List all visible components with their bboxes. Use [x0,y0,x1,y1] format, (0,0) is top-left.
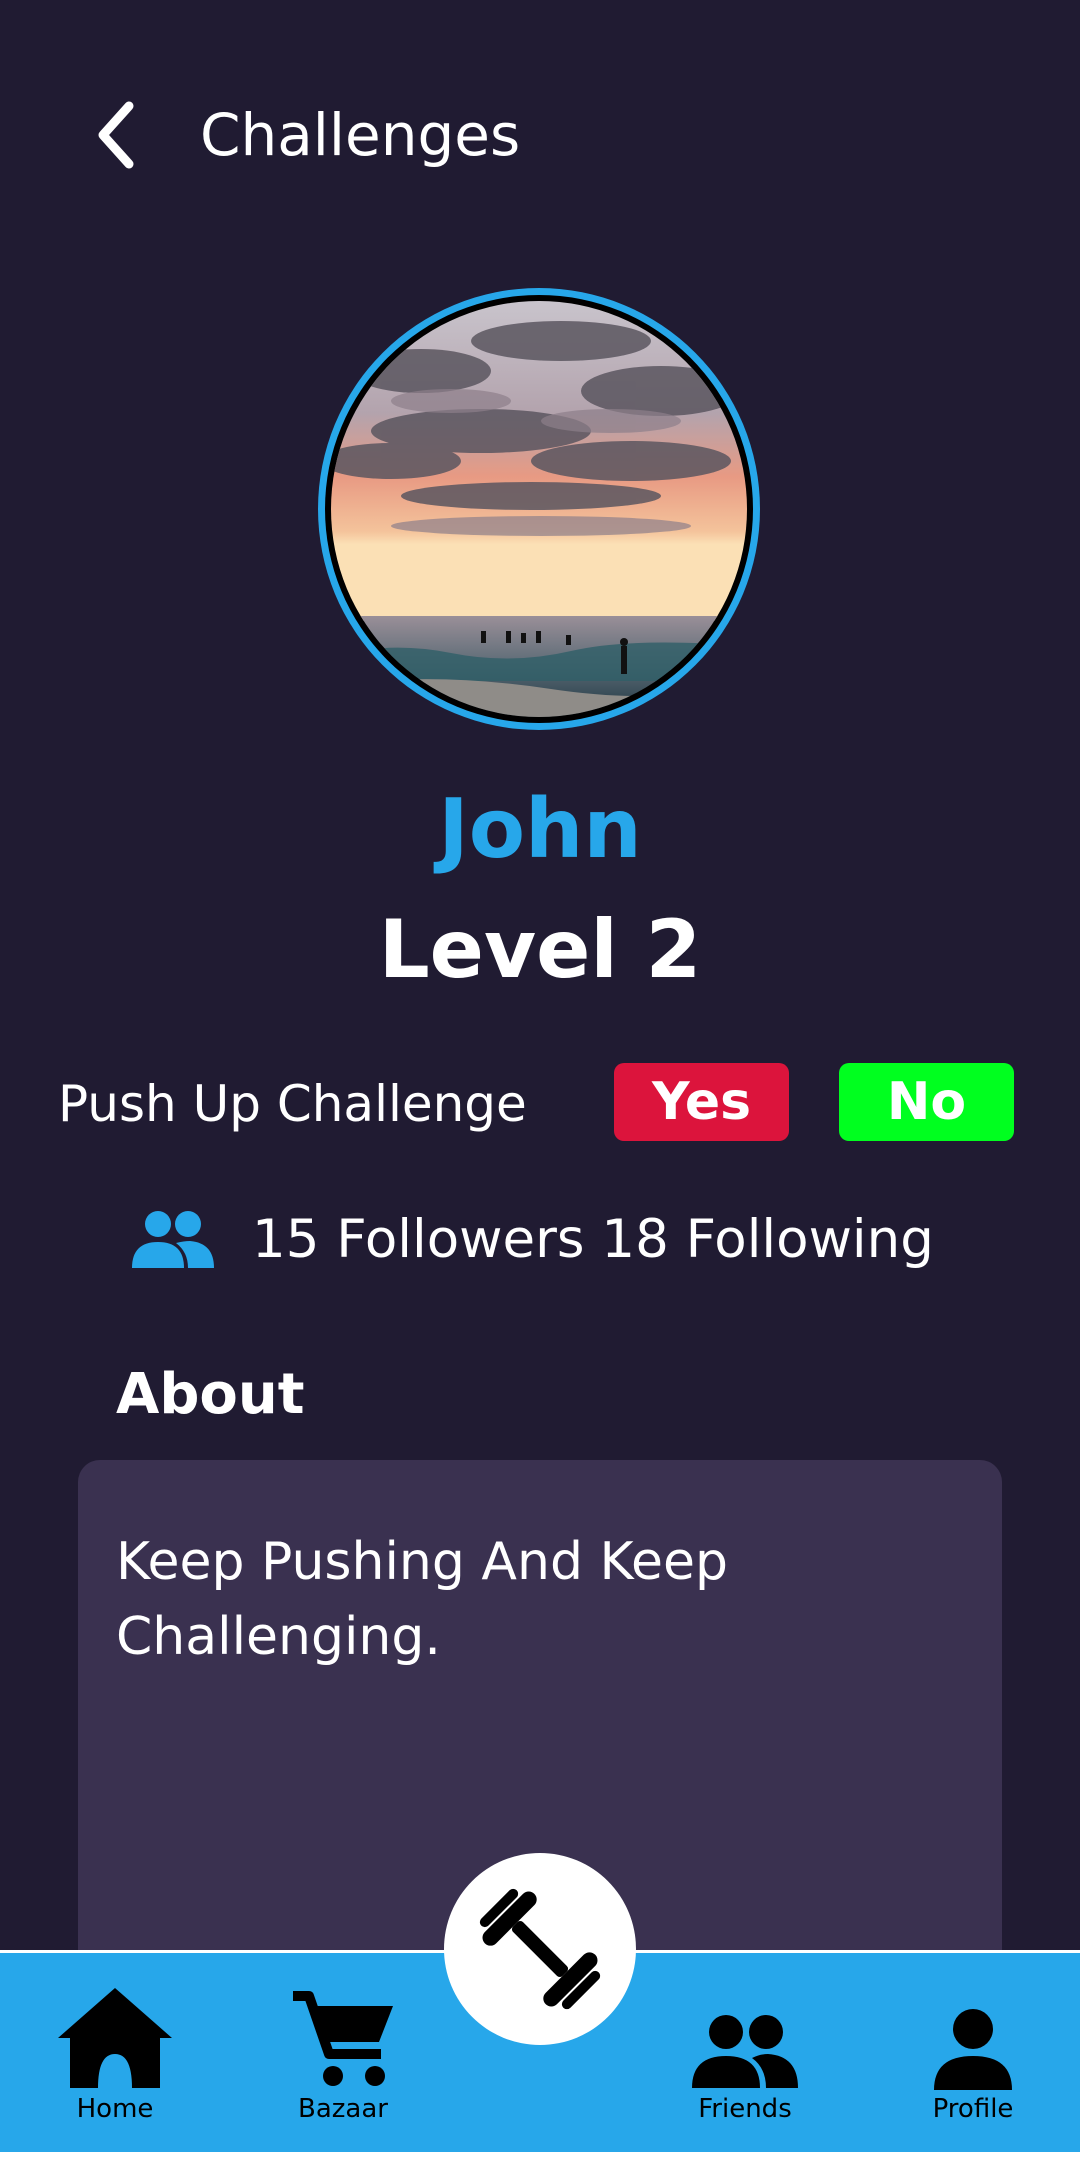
page-title: Challenges [200,101,521,169]
no-button[interactable]: No [839,1063,1014,1141]
nav-item-bazaar[interactable]: Bazaar [258,1980,428,2130]
follow-counts: 15 Followers 18 Following [252,1209,934,1270]
profile-icon [934,2009,1012,2090]
follow-stats: 15 Followers 18 Following [130,1200,934,1280]
nav-label-profile: Profile [932,2094,1014,2124]
challenge-fab[interactable] [444,1853,636,2045]
back-button[interactable] [80,90,150,180]
avatar-photo [331,301,747,717]
nav-item-friends[interactable]: Friends [660,1980,830,2130]
nav-item-profile[interactable]: Profile [888,1980,1058,2130]
home-icon [58,1988,172,2088]
user-name: John [438,782,642,877]
user-level: Level 2 [378,903,702,996]
nav-divider [0,2152,1080,2160]
about-heading: About [116,1362,305,1427]
cart-icon [293,1991,393,2086]
people-icon [132,1211,214,1268]
nav-label-friends: Friends [698,2094,792,2124]
challenge-label: Push Up Challenge [58,1075,527,1133]
dumbbell-icon [479,1888,601,2010]
about-text: Keep Pushing And Keep Challenging. [116,1532,728,1667]
nav-label-home: Home [76,2094,154,2124]
nav-label-bazaar: Bazaar [298,2094,388,2124]
nav-item-home[interactable]: Home [30,1980,200,2130]
avatar [318,288,760,730]
chevron-left-icon [98,101,134,169]
header: Challenges [0,0,1080,270]
yes-button[interactable]: Yes [614,1063,789,1141]
friends-icon [692,2015,798,2088]
